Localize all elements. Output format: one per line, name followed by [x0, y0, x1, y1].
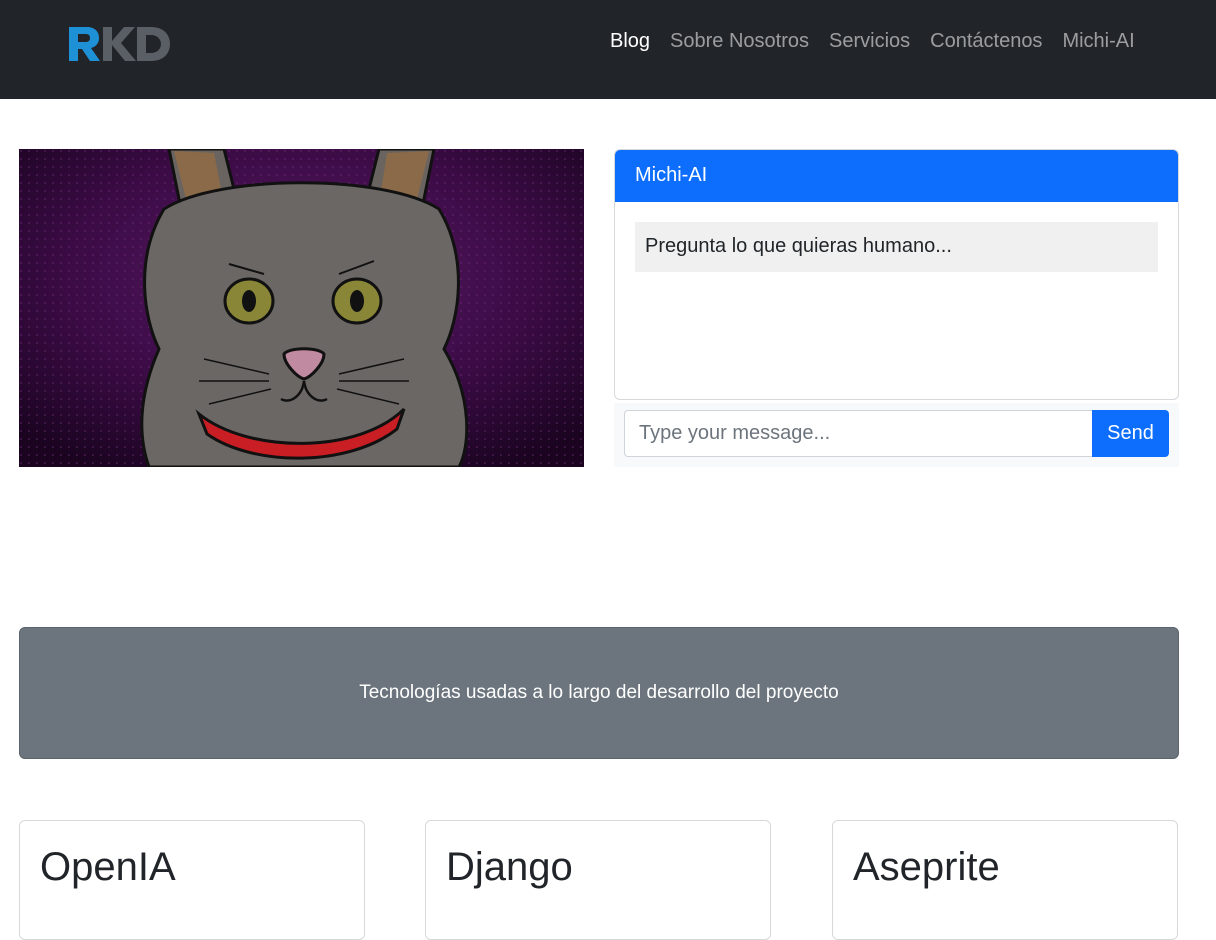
nav-link-servicios[interactable]: Servicios — [829, 30, 910, 53]
nav-link-contactenos[interactable]: Contáctenos — [930, 30, 1042, 53]
tech-card-title: Aseprite — [853, 845, 1000, 889]
chat-messages: Pregunta lo que quieras humano... — [615, 202, 1178, 292]
rkd-logo[interactable] — [67, 25, 171, 63]
tech-card-openia: OpenIA — [19, 820, 365, 940]
banner-text: Tecnologías usadas a lo largo del desarr… — [359, 682, 839, 703]
cat-illustration-icon — [19, 149, 584, 467]
tech-card-django: Django — [425, 820, 771, 940]
chat-panel: Michi-AI Pregunta lo que quieras humano.… — [614, 149, 1179, 400]
chat-message: Pregunta lo que quieras humano... — [635, 222, 1158, 272]
technologies-banner: Tecnologías usadas a lo largo del desarr… — [19, 627, 1179, 759]
tech-card-title: Django — [446, 845, 573, 889]
nav-link-blog[interactable]: Blog — [610, 30, 650, 53]
nav-links: Blog Sobre Nosotros Servicios Contácteno… — [610, 30, 1135, 53]
nav-link-michi-ai[interactable]: Michi-AI — [1062, 30, 1134, 53]
nav-link-sobre-nosotros[interactable]: Sobre Nosotros — [670, 30, 809, 53]
hero-cat-image — [19, 149, 584, 467]
chat-message-input[interactable] — [624, 410, 1092, 457]
tech-card-title: OpenIA — [40, 845, 176, 889]
tech-card-aseprite: Aseprite — [832, 820, 1178, 940]
chat-header: Michi-AI — [615, 150, 1178, 202]
send-button[interactable]: Send — [1092, 410, 1169, 457]
navbar: Blog Sobre Nosotros Servicios Contácteno… — [0, 0, 1216, 99]
chat-input-row: Send — [614, 403, 1179, 467]
